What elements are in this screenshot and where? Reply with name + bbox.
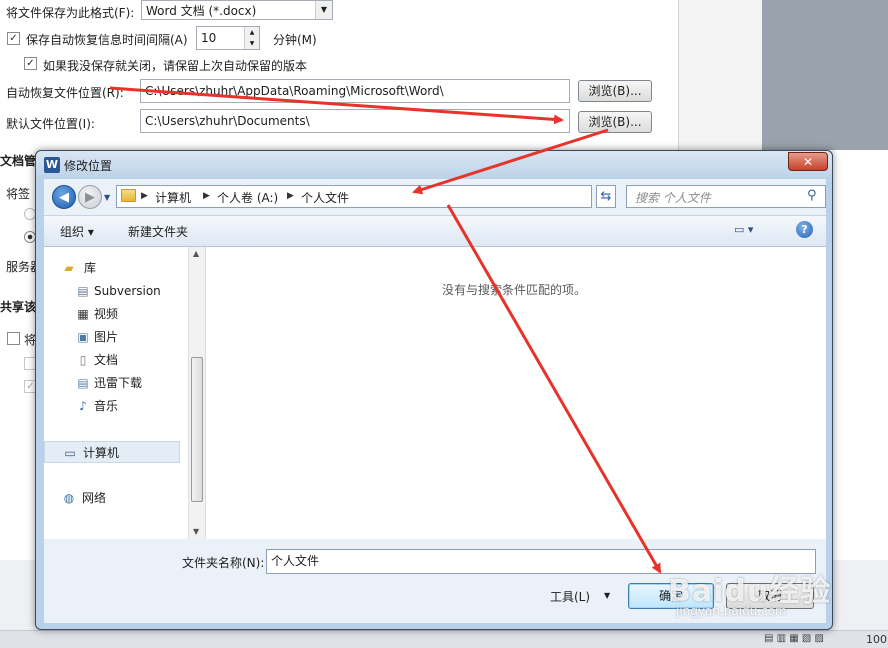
nav-item-label: 迅雷下载 [94, 376, 143, 390]
nav-item-music[interactable]: ♪ 音乐 [44, 395, 194, 417]
autorecover-checkbox[interactable]: ✓ [7, 32, 20, 45]
chevron-down-icon[interactable]: ▼ [604, 591, 610, 600]
nav-item-label: 音乐 [94, 399, 119, 413]
navigation-pane: ▰ 库 ▤ Subversion ▦ 视频 ▣ 图片 ▯ 文档 ▤ 迅雷下载 ♪… [44, 247, 206, 539]
pictures-icon: ▣ [77, 330, 89, 344]
nav-item-video[interactable]: ▦ 视频 [44, 303, 194, 325]
search-placeholder: 搜索 个人文件 [635, 191, 711, 205]
folder-name-label: 文件夹名称(N): [182, 556, 265, 570]
default-location-field[interactable]: C:\Users\zhuhr\Documents\ [140, 109, 570, 133]
nav-item-network[interactable]: ◍ 网络 [44, 487, 194, 509]
autorecover-label: 保存自动恢复信息时间间隔(A) [26, 33, 188, 47]
video-icon: ▦ [77, 307, 89, 321]
command-toolbar: 组织 ▾ 新建文件夹 ▭ ▾ ? [44, 215, 826, 247]
autorecover-browse-button[interactable]: 浏览(B)... [578, 80, 652, 102]
modify-location-dialog: W 修改位置 ✕ ◀ ▶ ▼ ▶ 计算机 ▶ 个人卷 (A:) ▶ 个人文件 ▼… [35, 150, 833, 630]
word-app-icon: W [44, 157, 60, 173]
nav-item-label: 库 [84, 261, 97, 275]
chevron-down-icon[interactable]: ▼ [315, 1, 332, 19]
save-to-fragment: 将签 [6, 187, 31, 201]
scroll-down-arrow-icon[interactable]: ▼ [193, 527, 199, 536]
empty-folder-message: 没有与搜索条件匹配的项。 [442, 283, 587, 297]
breadcrumb-separator-icon[interactable]: ▶ [141, 191, 148, 201]
back-arrow-icon[interactable]: ◀ [52, 185, 76, 209]
nav-item-pictures[interactable]: ▣ 图片 [44, 326, 194, 348]
nav-item-thunder-download[interactable]: ▤ 迅雷下载 [44, 372, 194, 394]
desktop-background [762, 0, 888, 150]
autorecover-location-value: C:\Users\zhuhr\AppData\Roaming\Microsoft… [145, 84, 444, 98]
change-view-icon[interactable]: ▭ ▾ [734, 223, 753, 236]
file-list-pane[interactable]: 没有与搜索条件匹配的项。 [206, 247, 826, 539]
nav-item-label: 文档 [94, 353, 119, 367]
section-share: 共享该 [0, 300, 37, 314]
nav-item-library[interactable]: ▰ 库 [44, 257, 194, 279]
zoom-level: 100 [866, 633, 887, 646]
download-icon: ▤ [77, 376, 89, 390]
save-format-select[interactable]: Word 文档 (*.docx) ▼ [141, 0, 333, 20]
breadcrumb-separator-icon[interactable]: ▶ [287, 191, 294, 201]
documents-icon: ▯ [79, 353, 87, 367]
save-format-label: 将文件保存为此格式(F): [6, 6, 135, 20]
search-input[interactable]: 搜索 个人文件 ⚲ [626, 185, 826, 208]
close-button[interactable]: ✕ [788, 152, 828, 171]
section-doc-management: 文档管 [0, 154, 37, 168]
baidu-watermark-url: jingyan.baidu.com [676, 604, 787, 618]
network-icon: ◍ [63, 491, 75, 505]
scrollbar-thumb[interactable] [191, 357, 203, 502]
nav-item-subversion[interactable]: ▤ Subversion [44, 280, 194, 302]
breadcrumb-personal-files[interactable]: 个人文件 [301, 189, 349, 206]
new-folder-button[interactable]: 新建文件夹 [128, 223, 188, 240]
breadcrumb-separator-icon[interactable]: ▶ [203, 191, 210, 201]
view-mode-icons[interactable]: ▤ ▥ ▦ ▧ ▨ [764, 633, 824, 644]
options-panel-gutter [678, 0, 763, 150]
spinner-arrows-icon[interactable]: ▲ ▼ [244, 27, 259, 49]
nav-item-computer[interactable]: ▭ 计算机 [44, 441, 180, 463]
tools-button[interactable]: 工具(L) [550, 588, 590, 605]
minutes-label: 分钟(M) [273, 33, 317, 47]
default-browse-button[interactable]: 浏览(B)... [578, 111, 652, 133]
autorecover-location-field[interactable]: C:\Users\zhuhr\AppData\Roaming\Microsoft… [140, 79, 570, 103]
dialog-titlebar: W 修改位置 ✕ [36, 151, 832, 179]
nav-item-documents[interactable]: ▯ 文档 [44, 349, 194, 371]
nav-item-label: Subversion [94, 284, 161, 298]
nav-pane-scrollbar[interactable]: ▲ ▼ [188, 247, 205, 539]
breadcrumb-computer[interactable]: 计算机 [155, 189, 191, 206]
scroll-up-arrow-icon[interactable]: ▲ [193, 249, 199, 258]
autorecover-minutes-value: 10 [201, 31, 217, 45]
recent-pages-chevron-icon[interactable]: ▼ [104, 193, 110, 202]
keep-version-checkbox[interactable]: ✓ [24, 57, 37, 70]
nav-item-label: 图片 [94, 330, 119, 344]
autorecover-minutes-spinner[interactable]: 10 ▲ ▼ [196, 26, 260, 50]
refresh-icon[interactable]: ⇆ [596, 185, 616, 208]
dialog-body: ◀ ▶ ▼ ▶ 计算机 ▶ 个人卷 (A:) ▶ 个人文件 ▼ ⇆ 搜索 个人文… [44, 179, 826, 623]
organize-button[interactable]: 组织 ▾ [60, 223, 94, 240]
address-bar[interactable]: ▶ 计算机 ▶ 个人卷 (A:) ▶ 个人文件 ▼ [116, 185, 657, 208]
nav-item-label: 网络 [82, 491, 107, 505]
nav-item-label: 视频 [94, 307, 119, 321]
forward-arrow-icon[interactable]: ▶ [78, 185, 102, 209]
default-location-value: C:\Users\zhuhr\Documents\ [145, 114, 310, 128]
autorecover-location-label: 自动恢复文件位置(R): [6, 86, 124, 100]
dialog-title: 修改位置 [64, 159, 113, 173]
folder-icon [121, 189, 136, 202]
folder-name-value: 个人文件 [271, 554, 320, 568]
breadcrumb-drive[interactable]: 个人卷 (A:) [217, 189, 278, 206]
search-icon[interactable]: ⚲ [807, 188, 817, 203]
keep-version-label: 如果我没保存就关闭，请保留上次自动保留的版本 [43, 59, 308, 73]
music-icon: ♪ [79, 399, 87, 413]
library-icon: ▰ [64, 261, 74, 275]
default-location-label: 默认文件位置(I): [6, 117, 95, 131]
word-status-bar [0, 630, 888, 648]
folder-icon: ▤ [77, 284, 89, 298]
save-format-value: Word 文档 (*.docx) [146, 4, 257, 18]
help-icon[interactable]: ? [796, 221, 813, 238]
computer-icon: ▭ [64, 446, 76, 460]
nav-item-label: 计算机 [83, 446, 120, 460]
share-checkbox[interactable] [7, 332, 20, 345]
